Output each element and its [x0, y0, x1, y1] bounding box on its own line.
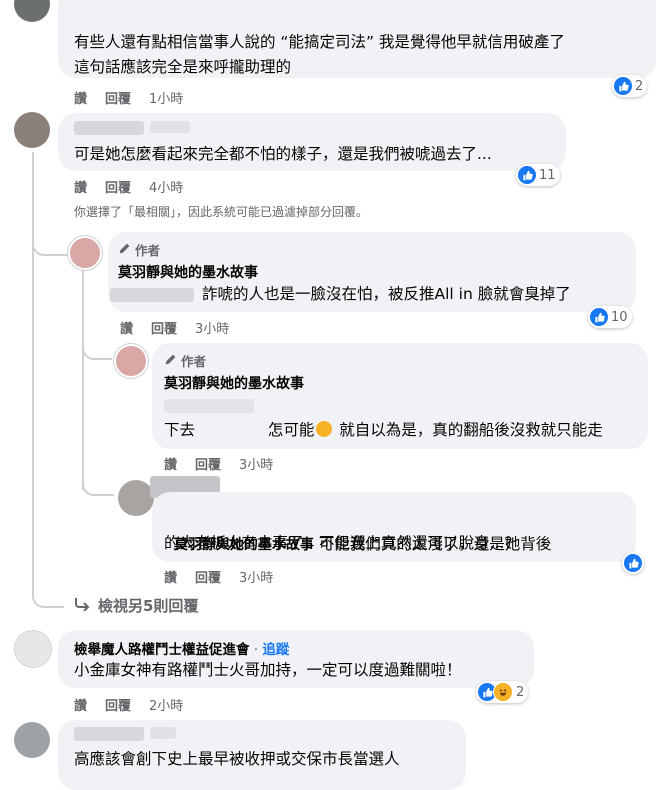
author-badge: 作者: [164, 351, 206, 370]
comment-text: 怎可能 就自以為是，真的翻船後沒救就只能走: [258, 393, 603, 443]
timestamp[interactable]: 4小時: [149, 177, 183, 196]
comment-text-cont: 下去: [164, 421, 196, 439]
comment-text-part: 就自以為是，真的翻船後沒救就只能走: [334, 421, 603, 439]
timestamp[interactable]: 3小時: [239, 454, 273, 473]
comment-actions: 讚 回覆 3小時: [164, 567, 273, 586]
like-link[interactable]: 讚: [74, 88, 87, 107]
reaction-count[interactable]: [622, 552, 644, 574]
thread-line: [82, 270, 84, 490]
reply-link[interactable]: 回覆: [105, 88, 131, 107]
like-icon: [624, 554, 642, 572]
comment-text: 可是她怎麼看起來完全都不怕的樣子，還是我們被唬過去了...: [74, 145, 492, 163]
timestamp[interactable]: 3小時: [195, 318, 229, 337]
redacted-name: [74, 727, 144, 741]
pen-icon: [118, 242, 131, 258]
comment-text-cont: 的大老板太有本事了，不但選上竟然還可以脫身...？: [164, 534, 520, 552]
reply-link[interactable]: 回覆: [105, 177, 131, 196]
reaction-number: 2: [516, 684, 525, 700]
reply-link[interactable]: 回覆: [105, 695, 131, 714]
like-link[interactable]: 讚: [164, 567, 177, 586]
comment-text: 詐唬的人也是一臉沒在怕，被反推All in 臉就會臭掉了: [202, 285, 571, 303]
avatar[interactable]: [14, 112, 50, 148]
page-name[interactable]: 莫羽靜與她的墨水故事: [118, 262, 258, 282]
comment-actions: 讚 回覆 3小時: [120, 318, 229, 337]
reply-arrow-icon: [74, 597, 90, 615]
thread-connector: [32, 588, 64, 608]
like-icon: [590, 308, 608, 326]
timestamp[interactable]: 2小時: [149, 695, 183, 714]
thread-line: [32, 152, 34, 592]
grin-emoji-icon: [316, 421, 333, 437]
timestamp[interactable]: 1小時: [149, 88, 183, 107]
like-link[interactable]: 讚: [164, 454, 177, 473]
comment-actions: 讚 回覆 4小時: [74, 177, 183, 196]
page-avatar[interactable]: [114, 344, 148, 378]
like-link[interactable]: 讚: [74, 177, 87, 196]
reply-link[interactable]: 回覆: [195, 454, 221, 473]
separator: ·: [253, 642, 259, 658]
author-label: 作者: [135, 243, 161, 258]
thread-connector: [32, 230, 68, 256]
comment-actions: 讚 回覆 2小時: [74, 695, 183, 714]
reaction-number: 10: [611, 309, 628, 325]
avatar[interactable]: [14, 0, 50, 22]
redacted-mention: [164, 399, 254, 413]
reaction-count[interactable]: 10: [588, 306, 632, 328]
avatar[interactable]: [14, 630, 52, 668]
pen-icon: [164, 353, 177, 369]
like-link[interactable]: 讚: [74, 695, 87, 714]
author-label: 作者: [181, 354, 207, 369]
comment-text-part: 怎可能: [267, 421, 315, 439]
haha-icon: [493, 682, 513, 702]
like-icon: [518, 166, 536, 184]
reaction-count[interactable]: 2: [476, 681, 529, 703]
comment-text: 有些人還有點相信當事人說的 “能搞定司法” 我是覺得他早就信用破產了 這句話應該…: [74, 33, 565, 76]
thread-connector: [82, 340, 112, 360]
redacted-name: [74, 121, 144, 135]
redacted-mention: [110, 288, 194, 302]
comment-actions: 讚 回覆 1小時: [74, 88, 183, 107]
comment-text: 小金庫女神有路權鬥士火哥加持，一定可以度過難關啦！: [74, 661, 462, 679]
avatar[interactable]: [118, 480, 154, 516]
comment-header: 檢舉魔人路權鬥士權益促進會 · 追蹤: [74, 638, 289, 658]
filter-note: 你選擇了「最相關」，因此系統可能已過濾掉部分回覆。: [74, 205, 369, 219]
redacted-name: [150, 727, 176, 739]
reaction-count[interactable]: 11: [516, 164, 560, 186]
redacted-name: [150, 121, 190, 133]
reply-link[interactable]: 回覆: [151, 318, 177, 337]
thread-connector: [82, 470, 114, 496]
reply-link[interactable]: 回覆: [195, 567, 221, 586]
view-more-replies-link[interactable]: 檢視另5則回覆: [74, 595, 198, 616]
follow-button[interactable]: 追蹤: [262, 642, 289, 658]
view-more-label: 檢視另5則回覆: [98, 597, 199, 615]
like-link[interactable]: 讚: [120, 318, 133, 337]
page-name[interactable]: 莫羽靜與她的墨水故事: [164, 373, 304, 393]
page-avatar[interactable]: [68, 236, 102, 270]
timestamp[interactable]: 3小時: [239, 567, 273, 586]
reaction-number: 11: [539, 167, 556, 183]
comment-actions: 讚 回覆 3小時: [164, 454, 273, 473]
avatar[interactable]: [14, 722, 50, 758]
author-badge: 作者: [118, 240, 160, 259]
comment-text: 高應該會創下史上最早被收押或交保市長當選人: [74, 750, 400, 768]
commenter-name[interactable]: 檢舉魔人路權鬥士權益促進會: [74, 642, 250, 658]
reaction-number: 2: [635, 78, 644, 94]
